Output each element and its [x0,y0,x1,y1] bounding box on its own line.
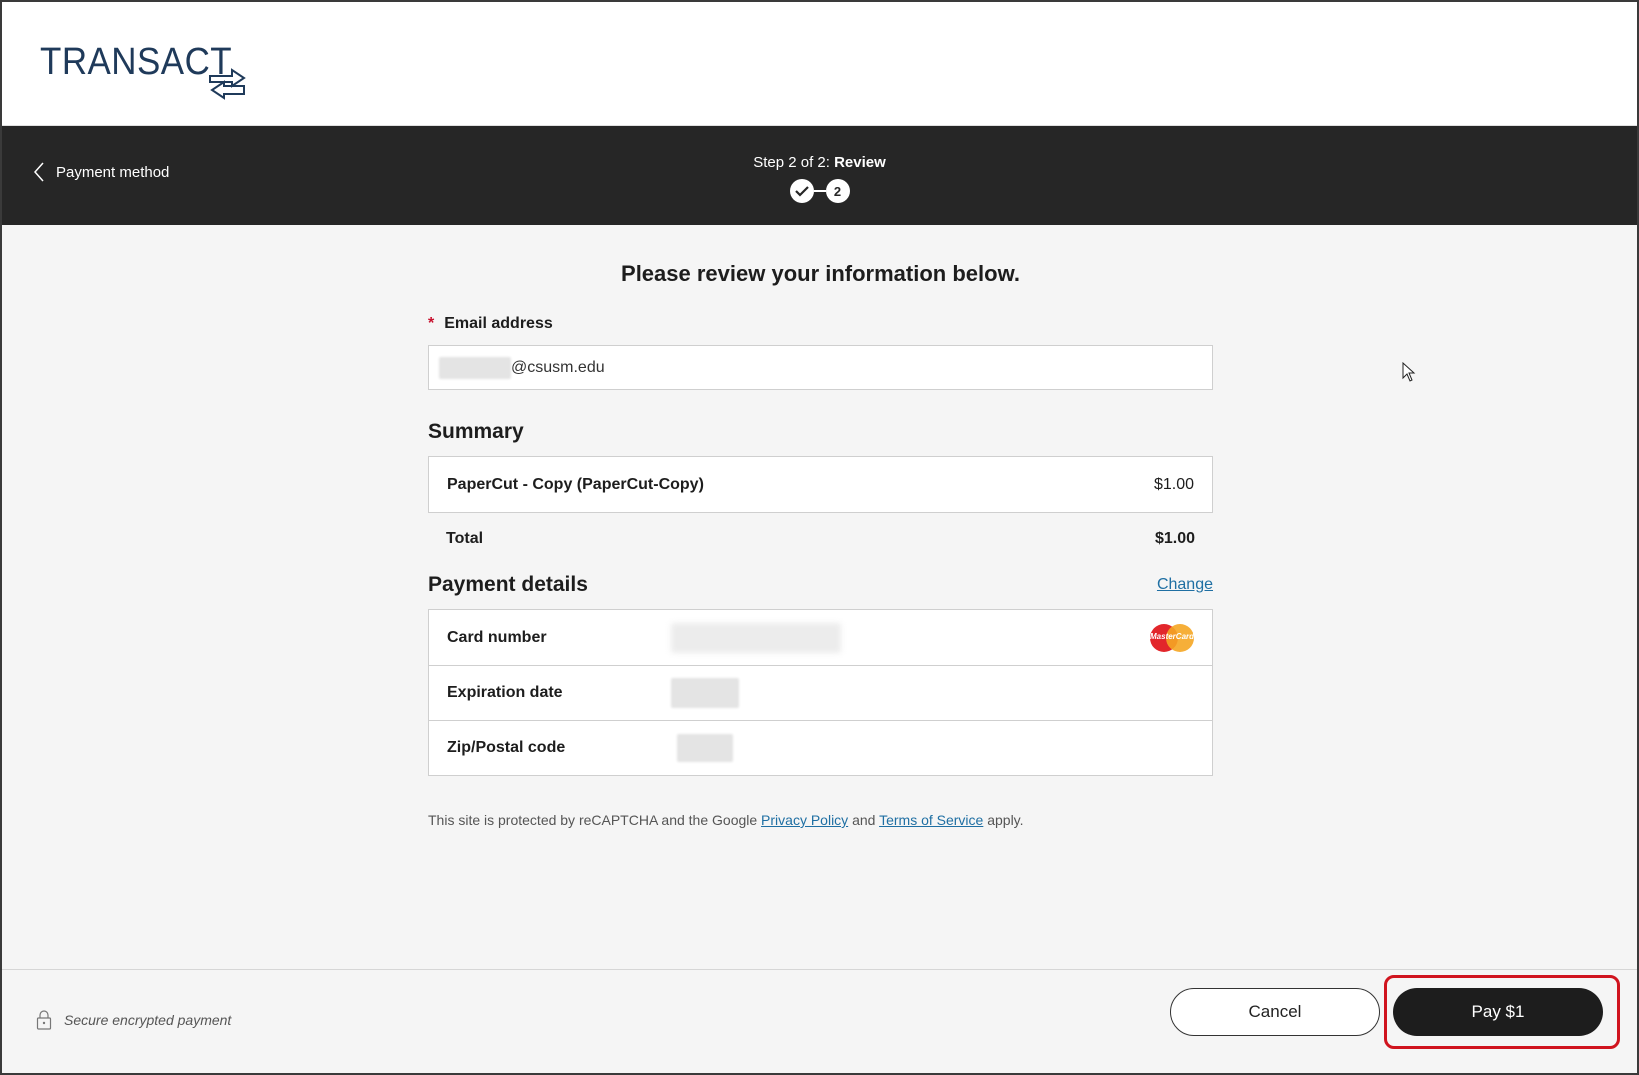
pay-button[interactable]: Pay $1 [1393,988,1603,1036]
redacted-zip [677,734,733,762]
secure-payment-label: Secure encrypted payment [64,1012,232,1028]
cancel-button[interactable]: Cancel [1170,988,1380,1036]
step-progress: 2 [789,179,850,203]
recaptcha-suffix: apply. [983,812,1024,828]
zip-label: Zip/Postal code [447,739,566,756]
summary-table: PaperCut - Copy (PaperCut-Copy) $1.00 [428,456,1213,513]
card-brand-text: MasterCard [1150,631,1195,641]
payment-details-table: Card number MasterCard Expiration date Z… [428,609,1213,776]
email-label-text: Email address [444,315,553,332]
total-row: Total $1.00 [428,513,1213,565]
recaptcha-prefix: This site is protected by reCAPTCHA and … [428,812,762,828]
step-connector [813,190,826,192]
summary-title: Summary [428,420,524,443]
line-item-name: PaperCut - Copy (PaperCut-Copy) [447,475,704,493]
redacted-expiration [671,678,739,708]
secure-payment-note: Secure encrypted payment [36,1010,231,1030]
payment-page: TRANSACT Payment method Step 2 of 2: Rev… [2,2,1637,1073]
recaptcha-notice: This site is protected by reCAPTCHA and … [428,812,1213,828]
card-number-row: Card number MasterCard [429,610,1212,665]
step-bar: Payment method Step 2 of 2: Review 2 [2,126,1637,225]
review-form: Please review your information below. * … [428,225,1213,828]
step-indicator-text: Step 2 of 2: Review [2,154,1637,171]
expiration-label: Expiration date [447,684,563,701]
logo-arrows-icon [209,68,246,100]
expiration-row: Expiration date [429,665,1212,720]
required-mark: * [428,315,435,332]
step-1-complete [789,179,814,203]
card-number-label: Card number [447,628,547,646]
recaptcha-and: and [848,812,880,828]
redacted-card-number [671,622,841,653]
checkmark-icon [794,186,809,197]
email-domain: @csusm.edu [511,358,605,376]
change-payment-link[interactable]: Change [1157,576,1213,594]
step-2-current: 2 [825,179,850,203]
zip-row: Zip/Postal code [429,720,1212,775]
total-amount: $1.00 [1154,530,1195,547]
summary-line-item: PaperCut - Copy (PaperCut-Copy) $1.00 [429,457,1212,512]
footer-bar: Secure encrypted payment Cancel Pay $1 [2,969,1637,1073]
page-title: Please review your information below. [621,261,1020,286]
step-name: Review [834,154,886,171]
step-prefix: Step 2 of 2: [753,154,835,171]
mastercard-icon: MasterCard [1150,623,1195,652]
privacy-policy-link[interactable]: Privacy Policy [761,812,848,828]
redacted-email-user [439,356,511,379]
line-item-amount: $1.00 [1153,475,1194,493]
payment-details-header: Payment details Change [428,573,1213,597]
total-label: Total [446,530,484,547]
payment-details-title: Payment details [428,573,588,596]
email-field[interactable]: @csusm.edu [428,345,1213,390]
lock-icon [36,1010,52,1030]
top-header: TRANSACT [2,2,1637,126]
mouse-cursor-icon [1402,362,1416,382]
email-label: * Email address [428,315,1213,333]
terms-of-service-link[interactable]: Terms of Service [879,812,983,828]
transact-logo: TRANSACT [40,40,260,104]
